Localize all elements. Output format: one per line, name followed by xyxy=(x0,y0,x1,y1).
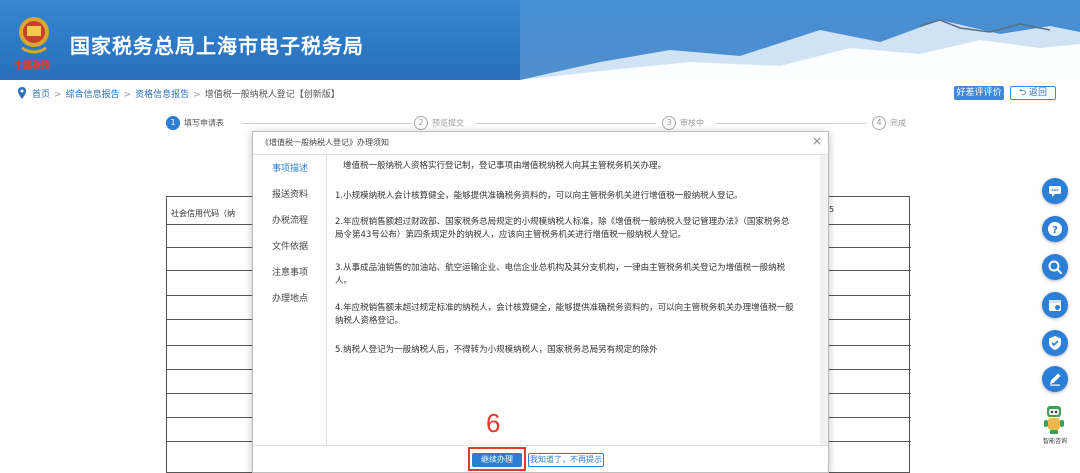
calendar-icon xyxy=(1049,300,1061,311)
site-title: 国家税务总局上海市电子税务局 xyxy=(70,34,364,58)
question-icon: ? xyxy=(1048,222,1062,236)
breadcrumb-comprehensive-report[interactable]: 综合信息报告 xyxy=(66,90,120,100)
modal-tab-list: 事项描述 报送资料 办税流程 文件依据 注意事项 办理地点 xyxy=(253,155,327,445)
step-label: 填写申请表 xyxy=(184,118,224,128)
breadcrumb: 首页 > 综合信息报告 > 资格信息报告 > 增值税一般纳税人登记【创新版】 xyxy=(0,84,1080,104)
assistant-label: 智能咨询 xyxy=(1042,438,1067,445)
tab-documents[interactable]: 文件依据 xyxy=(257,237,323,257)
step-1: 1 填写申请表 xyxy=(166,116,224,132)
tab-notes[interactable]: 注意事项 xyxy=(257,263,323,283)
step-number: 2 xyxy=(414,116,428,130)
stepper-connector xyxy=(716,123,866,124)
content-intro: 增值税一般纳税人资格实行登记制，登记事项由增值税纳税人向其主管税务机关办理。 xyxy=(343,161,667,171)
step-3: 3 审核中 xyxy=(662,116,704,132)
content-item-2: 2.年应税销售额超过财政部、国家税务总局规定的小规模纳税人标准，除《增值税一般纳… xyxy=(335,217,790,240)
edit-button[interactable] xyxy=(1042,366,1068,392)
dont-show-again-button[interactable]: 我知道了，不再提示 xyxy=(528,453,604,467)
chat-button[interactable] xyxy=(1042,178,1068,204)
step-number: 4 xyxy=(872,116,886,130)
breadcrumb-qualification-report[interactable]: 资格信息报告 xyxy=(135,90,189,100)
breadcrumb-separator: > xyxy=(193,90,201,100)
form-cell-value: 5 xyxy=(829,205,835,214)
help-button[interactable]: ? xyxy=(1042,216,1068,242)
notice-modal: 《增值税一般纳税人登记》办理须知 × 事项描述 报送资料 办税流程 文件依据 注… xyxy=(252,131,829,473)
modal-divider xyxy=(253,154,828,155)
stepper-connector xyxy=(476,123,656,124)
search-button[interactable] xyxy=(1042,254,1068,280)
tab-materials[interactable]: 报送资料 xyxy=(257,185,323,205)
step-label: 完成 xyxy=(890,118,906,128)
calendar-button[interactable] xyxy=(1042,292,1068,318)
great-wall-banner-image xyxy=(520,0,1080,80)
breadcrumb-home[interactable]: 首页 xyxy=(32,90,50,100)
assistant-robot-icon[interactable] xyxy=(1038,402,1070,436)
rate-service-button[interactable]: 好差评评价 xyxy=(954,86,1004,100)
breadcrumb-separator: > xyxy=(54,90,62,100)
annotation-step-number: 6 xyxy=(486,408,501,438)
step-number: 1 xyxy=(166,116,180,130)
breadcrumb-separator: > xyxy=(123,90,132,100)
brand-signature: 中國税務 xyxy=(14,61,51,71)
step-label: 审核中 xyxy=(680,118,704,128)
tab-process[interactable]: 办税流程 xyxy=(257,211,323,231)
modal-title: 《增值税一般纳税人登记》办理须知 xyxy=(261,138,389,147)
back-button[interactable]: ⮌ 返回 xyxy=(1010,86,1056,100)
tax-emblem-icon xyxy=(19,17,49,54)
form-label-credit-code: 社会信用代码（纳 xyxy=(171,209,235,218)
step-number: 3 xyxy=(662,116,676,130)
step-4: 4 完成 xyxy=(872,116,906,132)
shield-button[interactable] xyxy=(1042,330,1068,356)
breadcrumb-current: 增值税一般纳税人登记【创新版】 xyxy=(204,90,340,100)
return-arrow-icon: ⮌ xyxy=(1018,88,1027,98)
modal-footer-divider xyxy=(253,445,828,446)
tab-location[interactable]: 办理地点 xyxy=(257,289,323,309)
content-item-4: 4.年应税销售额未超过规定标准的纳税人，会计核算健全，能够提供准确税务资料的，可… xyxy=(335,303,794,326)
shield-icon xyxy=(1049,336,1061,350)
annotation-highlight-box xyxy=(468,447,526,471)
chat-icon xyxy=(1049,186,1061,197)
step-2: 2 预览提交 xyxy=(414,116,464,132)
tab-description[interactable]: 事项描述 xyxy=(257,159,323,179)
content-item-1: 1.小规模纳税人会计核算健全，能够提供准确税务资料的，可以向主管税务机关进行增值… xyxy=(335,191,743,201)
content-item-5: 5.纳税人登记为一般纳税人后，不得转为小规模纳税人，国家税务总局另有规定的除外 xyxy=(335,345,658,355)
svg-text:?: ? xyxy=(1052,225,1058,236)
location-pin-icon xyxy=(18,87,26,99)
content-item-3: 3.从事成品油销售的加油站、航空运输企业、电信企业总机构及其分支机构，一律由主管… xyxy=(335,263,786,286)
edit-icon xyxy=(1050,373,1061,386)
close-icon[interactable]: × xyxy=(812,134,822,148)
search-icon xyxy=(1048,260,1063,275)
stepper-connector xyxy=(242,123,412,124)
step-label: 预览提交 xyxy=(432,118,464,128)
back-button-label: 返回 xyxy=(1029,88,1048,98)
site-header: 中國税務 国家税务总局上海市电子税务局 xyxy=(0,0,1080,80)
modal-scrollbar[interactable] xyxy=(820,155,828,445)
